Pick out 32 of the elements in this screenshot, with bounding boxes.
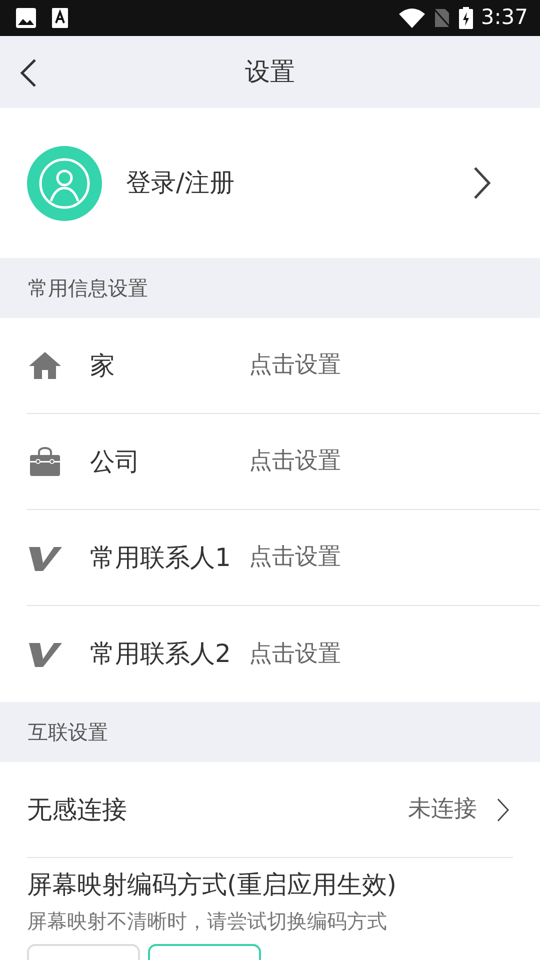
- row-label: 常用联系人2: [89, 638, 232, 670]
- wifi-icon: [398, 8, 425, 28]
- setting-hint: 屏幕映射不清晰时，请尝试切换编码方式: [27, 908, 388, 935]
- row-value: 点击设置: [249, 447, 341, 476]
- row-value: 点击设置: [249, 543, 341, 572]
- row-value: 未连接: [408, 795, 477, 824]
- page-title: 设置: [245, 56, 295, 88]
- back-button[interactable]: [18, 58, 38, 88]
- image-icon: [16, 8, 36, 28]
- row-label: 常用联系人1: [89, 542, 232, 574]
- settings-row[interactable]: 公司 点击设置: [27, 414, 540, 510]
- section-header: 互联设置: [0, 702, 540, 762]
- login-row[interactable]: 登录/注册: [0, 108, 540, 258]
- clock: 3:37: [480, 4, 528, 32]
- row-label: 无感连接: [27, 794, 128, 826]
- row-value: 点击设置: [249, 640, 341, 669]
- settings-row[interactable]: 常用联系人1 点击设置: [27, 510, 540, 606]
- section-header: 常用信息设置: [0, 258, 540, 318]
- back-icon: [18, 58, 38, 88]
- setting-title: 屏幕映射编码方式(重启应用生效): [27, 869, 398, 901]
- no-sim-icon: [432, 8, 451, 28]
- avatar-icon: [27, 146, 102, 220]
- row-label: 公司: [89, 446, 141, 478]
- login-label: 登录/注册: [126, 167, 236, 200]
- settings-row[interactable]: 家 点击设置: [27, 318, 540, 414]
- settings-row[interactable]: 常用联系人2 点击设置: [27, 606, 540, 702]
- row-value: 点击设置: [249, 351, 341, 380]
- row-label: 家: [89, 350, 116, 382]
- text-icon: [52, 8, 68, 28]
- battery-icon: [458, 7, 473, 29]
- chevron-right-icon: [472, 165, 492, 201]
- settings-row[interactable]: 无感连接 未连接: [27, 762, 513, 858]
